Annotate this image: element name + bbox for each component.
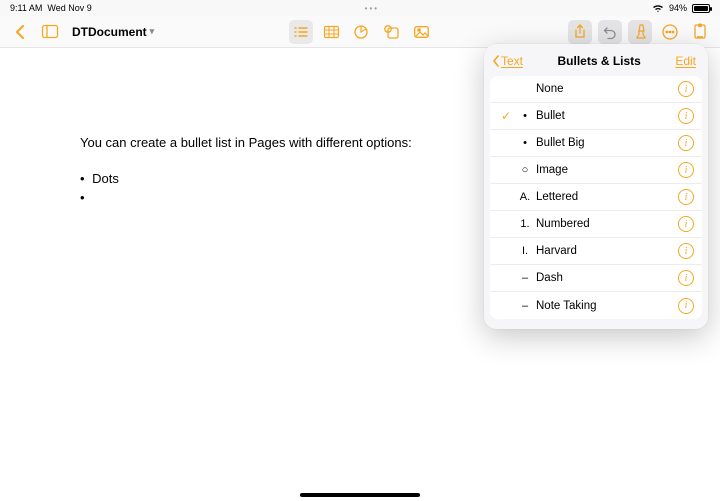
popover-back-label: Text bbox=[501, 54, 523, 68]
wifi-icon bbox=[652, 4, 664, 13]
insert-media-button[interactable] bbox=[409, 20, 433, 44]
info-icon[interactable]: i bbox=[678, 135, 694, 151]
info-icon[interactable]: i bbox=[678, 270, 694, 286]
chevron-down-icon: ▾ bbox=[150, 26, 155, 37]
document-title[interactable]: DTDocument ▾ bbox=[72, 25, 154, 39]
bullet-style-label: Lettered bbox=[536, 191, 678, 203]
info-icon[interactable]: i bbox=[678, 108, 694, 124]
bullet-style-row[interactable]: •Bullet Bigi bbox=[490, 130, 702, 157]
info-icon[interactable]: i bbox=[678, 162, 694, 178]
info-icon[interactable]: i bbox=[678, 189, 694, 205]
document-icon bbox=[694, 24, 706, 39]
bullet-style-row[interactable]: –Dashi bbox=[490, 265, 702, 292]
bullet-marker: • bbox=[514, 110, 536, 122]
status-left: 9:11 AM Wed Nov 9 bbox=[10, 3, 92, 13]
more-button[interactable] bbox=[658, 20, 682, 44]
bullet-marker: 1. bbox=[514, 218, 536, 230]
home-indicator[interactable] bbox=[300, 493, 420, 497]
insert-shape-button[interactable] bbox=[379, 20, 403, 44]
sidebar-icon bbox=[42, 25, 58, 38]
view-list-button[interactable] bbox=[289, 20, 313, 44]
bullet-style-row[interactable]: I.Harvardi bbox=[490, 238, 702, 265]
bullet-style-label: Dash bbox=[536, 272, 678, 284]
bullet-marker: A. bbox=[514, 191, 536, 203]
popover-header: Text Bullets & Lists Edit bbox=[484, 44, 708, 76]
bullet-marker: • bbox=[514, 137, 536, 149]
bullet-style-label: Bullet bbox=[536, 110, 678, 122]
status-right: 94% bbox=[652, 3, 710, 13]
status-bar: 9:11 AM Wed Nov 9 ••• 94% bbox=[0, 0, 720, 16]
share-icon bbox=[574, 24, 586, 39]
bullet-style-row[interactable]: 1.Numberedi bbox=[490, 211, 702, 238]
bullet-style-label: Numbered bbox=[536, 218, 678, 230]
info-icon[interactable]: i bbox=[678, 81, 694, 97]
info-icon[interactable]: i bbox=[678, 298, 694, 314]
battery-percent: 94% bbox=[669, 3, 687, 13]
document-title-text: DTDocument bbox=[72, 25, 147, 39]
bullet-style-row[interactable]: –Note Takingi bbox=[490, 292, 702, 319]
bullet-style-label: Bullet Big bbox=[536, 137, 678, 149]
undo-icon bbox=[603, 25, 617, 39]
media-icon bbox=[414, 26, 429, 38]
info-icon[interactable]: i bbox=[678, 216, 694, 232]
popover-title: Bullets & Lists bbox=[557, 54, 640, 68]
info-icon[interactable]: i bbox=[678, 243, 694, 259]
bullet-style-row[interactable]: Nonei bbox=[490, 76, 702, 103]
view-table-button[interactable] bbox=[319, 20, 343, 44]
check-icon: ✓ bbox=[498, 109, 514, 123]
back-button[interactable] bbox=[8, 20, 32, 44]
chevron-left-icon bbox=[14, 25, 26, 39]
bullet-style-label: Image bbox=[536, 164, 678, 176]
bullet-style-label: None bbox=[536, 83, 678, 95]
bullet-style-row[interactable]: ○Imagei bbox=[490, 157, 702, 184]
bullet-style-label: Note Taking bbox=[536, 300, 678, 312]
table-icon bbox=[324, 26, 339, 38]
format-brush-button[interactable] bbox=[628, 20, 652, 44]
document-settings-button[interactable] bbox=[688, 20, 712, 44]
bullet-style-label: Harvard bbox=[536, 245, 678, 257]
bullet-marker: I. bbox=[514, 245, 536, 257]
popover-back-button[interactable]: Text bbox=[492, 54, 523, 68]
view-chart-button[interactable] bbox=[349, 20, 373, 44]
list-icon bbox=[294, 26, 308, 38]
chart-icon bbox=[354, 25, 368, 39]
bullet-style-list: Nonei✓•Bulleti•Bullet Bigi○ImageiA.Lette… bbox=[490, 76, 702, 319]
multitask-dots[interactable]: ••• bbox=[365, 4, 379, 13]
bullet-marker: – bbox=[514, 300, 536, 312]
brush-icon bbox=[634, 24, 647, 39]
share-button[interactable] bbox=[568, 20, 592, 44]
battery-icon bbox=[692, 4, 710, 13]
shape-icon bbox=[384, 25, 399, 39]
bullet-marker: – bbox=[514, 272, 536, 284]
bullet-marker: ○ bbox=[514, 164, 536, 176]
more-icon bbox=[662, 24, 678, 40]
bullets-lists-popover: Text Bullets & Lists Edit Nonei✓•Bulleti… bbox=[484, 44, 708, 329]
chevron-left-icon bbox=[492, 55, 500, 67]
bullet-style-row[interactable]: A.Letteredi bbox=[490, 184, 702, 211]
sidebar-toggle-button[interactable] bbox=[38, 20, 62, 44]
status-time: 9:11 AM bbox=[10, 3, 42, 13]
bullet-style-row[interactable]: ✓•Bulleti bbox=[490, 103, 702, 130]
undo-button[interactable] bbox=[598, 20, 622, 44]
popover-edit-button[interactable]: Edit bbox=[675, 54, 696, 68]
status-date: Wed Nov 9 bbox=[47, 3, 91, 13]
